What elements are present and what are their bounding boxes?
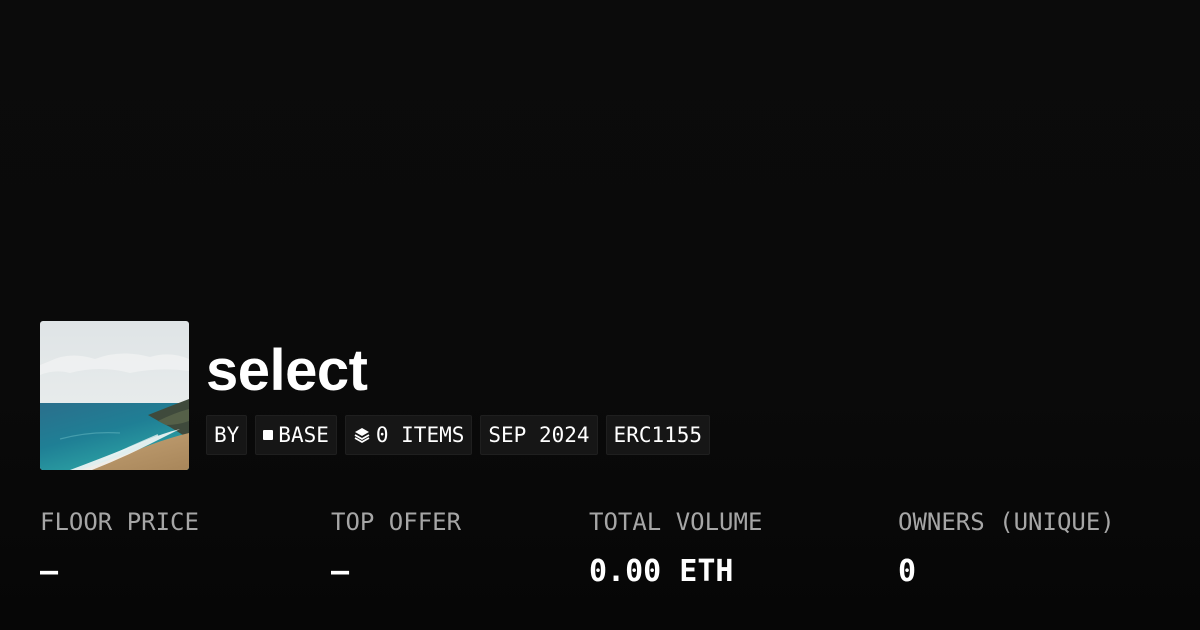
layers-icon [353,426,371,444]
stat-value: – [40,554,59,589]
stat-label: TOTAL VOLUME [589,508,763,536]
date-label: SEP 2024 [488,423,590,447]
ocean-coastline-image [40,321,189,470]
creator-tag[interactable]: BY [206,415,248,455]
stat-value: 0.00 ETH [589,554,734,589]
standard-tag: ERC1155 [605,415,711,455]
items-label: 0 ITEMS [375,423,465,447]
chain-tag[interactable]: BASE [255,415,337,455]
stat-floor-price: FLOOR PRICE – [40,504,199,590]
stat-value: 0 [898,554,917,589]
stat-label: OWNERS (UNIQUE) [898,508,1115,536]
collection-name: select [206,338,368,403]
items-tag[interactable]: 0 ITEMS [344,415,473,455]
stat-label: TOP OFFER [331,508,462,536]
chain-label: BASE [278,423,329,447]
stat-value: – [331,554,350,589]
collection-card: select BY BASE 0 ITEMS SEP 2024 ERC1155 [0,0,1200,630]
standard-label: ERC1155 [613,423,703,447]
date-tag: SEP 2024 [480,415,598,455]
collection-tags: BY BASE 0 ITEMS SEP 2024 ERC1155 [206,415,711,455]
stat-owners: OWNERS (UNIQUE) 0 [898,504,1115,590]
collection-thumbnail[interactable] [40,321,189,470]
by-label: BY [214,423,240,447]
stat-label: FLOOR PRICE [40,508,199,536]
square-icon [263,430,274,440]
stat-total-volume: TOTAL VOLUME 0.00 ETH [589,504,762,590]
stat-top-offer: TOP OFFER – [331,504,461,590]
